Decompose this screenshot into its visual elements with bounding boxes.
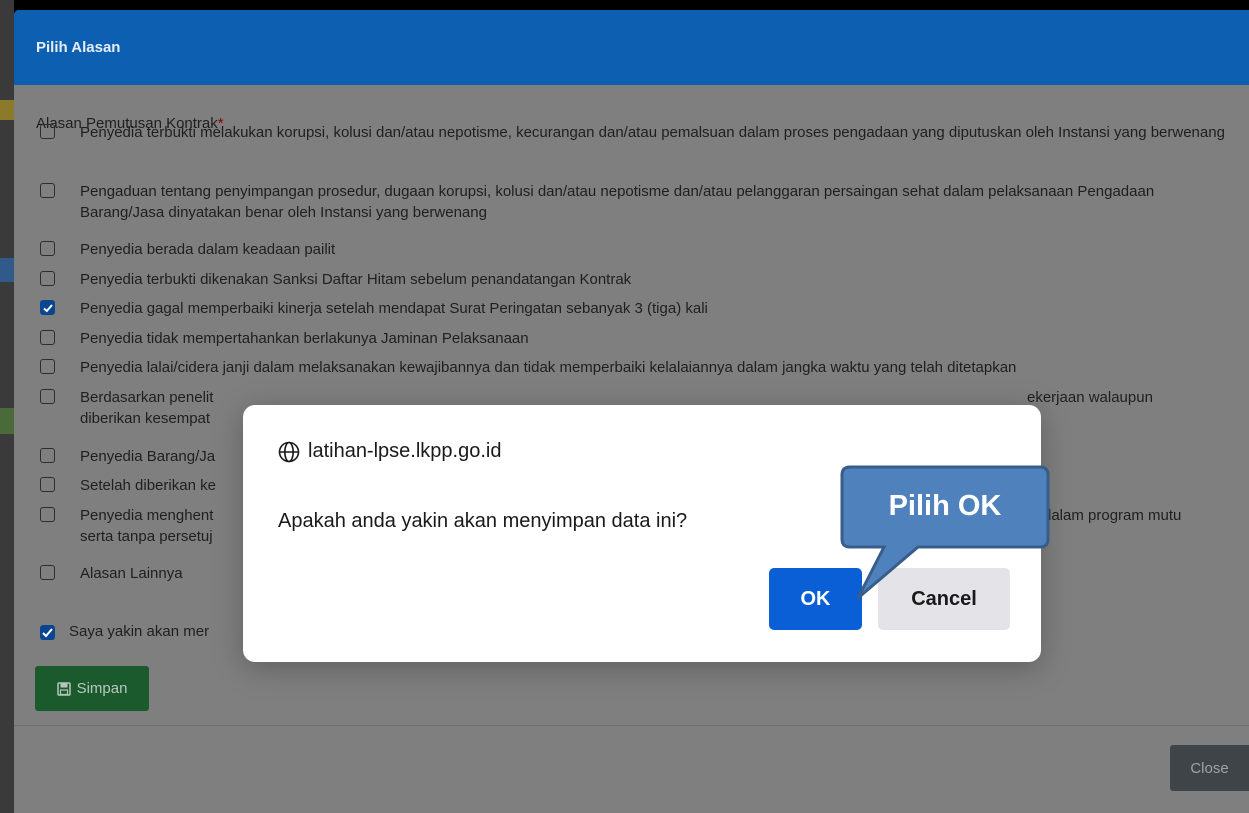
reason-checkbox[interactable] bbox=[40, 271, 55, 286]
confirm-label: Saya yakin akan mer bbox=[69, 623, 210, 640]
modal-title: Pilih Alasan bbox=[36, 39, 121, 56]
reason-label: Berdasarkan penelit bbox=[80, 389, 214, 406]
dialog-origin: latihan-lpse.lkpp.go.id bbox=[278, 440, 501, 463]
reason-checkbox[interactable] bbox=[40, 477, 55, 492]
background-fragment bbox=[0, 258, 14, 282]
reason-checkbox[interactable] bbox=[40, 359, 55, 374]
reason-label-continued: ekerjaan walaupun bbox=[1027, 389, 1153, 406]
close-button[interactable]: Close bbox=[1170, 745, 1249, 791]
check-icon bbox=[42, 628, 53, 638]
dialog-message: Apakah anda yakin akan menyimpan data in… bbox=[278, 510, 688, 532]
reason-checkbox[interactable] bbox=[40, 300, 55, 315]
reason-checkbox[interactable] bbox=[40, 565, 55, 580]
reason-checkbox[interactable] bbox=[40, 389, 55, 404]
simpan-button[interactable]: Simpan bbox=[35, 666, 149, 711]
reason-checkbox[interactable] bbox=[40, 330, 55, 345]
background-fragment bbox=[0, 100, 14, 120]
reason-label: Penyedia terbukti dikenakan Sanksi Dafta… bbox=[80, 271, 632, 288]
reason-label: Penyedia tidak mempertahankan berlakunya… bbox=[80, 330, 529, 347]
callout-label: Pilih OK bbox=[888, 489, 1002, 522]
floppy-disk-icon bbox=[56, 681, 71, 696]
pilih-ok-callout: Pilih OK bbox=[840, 465, 1050, 605]
reason-checkbox[interactable] bbox=[40, 241, 55, 256]
reason-label: Penyedia gagal memperbaiki kinerja setel… bbox=[80, 300, 708, 317]
reason-label-continued: dalam program mutu bbox=[1043, 507, 1182, 524]
globe-icon bbox=[278, 441, 300, 462]
confirm-checkbox[interactable] bbox=[40, 625, 55, 640]
reason-label: Penyedia terbukti melakukan korupsi, kol… bbox=[80, 124, 1225, 141]
reason-checkbox[interactable] bbox=[40, 183, 55, 198]
reason-label: Pengaduan tentang penyimpangan prosedur,… bbox=[80, 183, 1155, 221]
reason-checkbox[interactable] bbox=[40, 507, 55, 522]
reason-label-line2: serta tanpa persetuj bbox=[80, 528, 213, 545]
reason-checkbox[interactable] bbox=[40, 448, 55, 463]
dialog-origin-text: latihan-lpse.lkpp.go.id bbox=[308, 440, 502, 462]
reason-checkbox[interactable] bbox=[40, 124, 55, 139]
background-fragment bbox=[0, 408, 14, 434]
modal-header: Pilih Alasan bbox=[14, 10, 1249, 85]
reason-label: Penyedia lalai/cidera janji dalam melaks… bbox=[80, 359, 1017, 376]
simpan-label: Simpan bbox=[76, 680, 128, 697]
reason-label: Penyedia berada dalam keadaan pailit bbox=[80, 241, 336, 258]
reason-label-line2: diberikan kesempat bbox=[80, 410, 211, 427]
reason-label: Penyedia menghent bbox=[80, 507, 214, 524]
check-icon bbox=[43, 304, 53, 313]
background-page-edge bbox=[0, 0, 14, 813]
modal-footer: Close bbox=[14, 726, 1249, 813]
